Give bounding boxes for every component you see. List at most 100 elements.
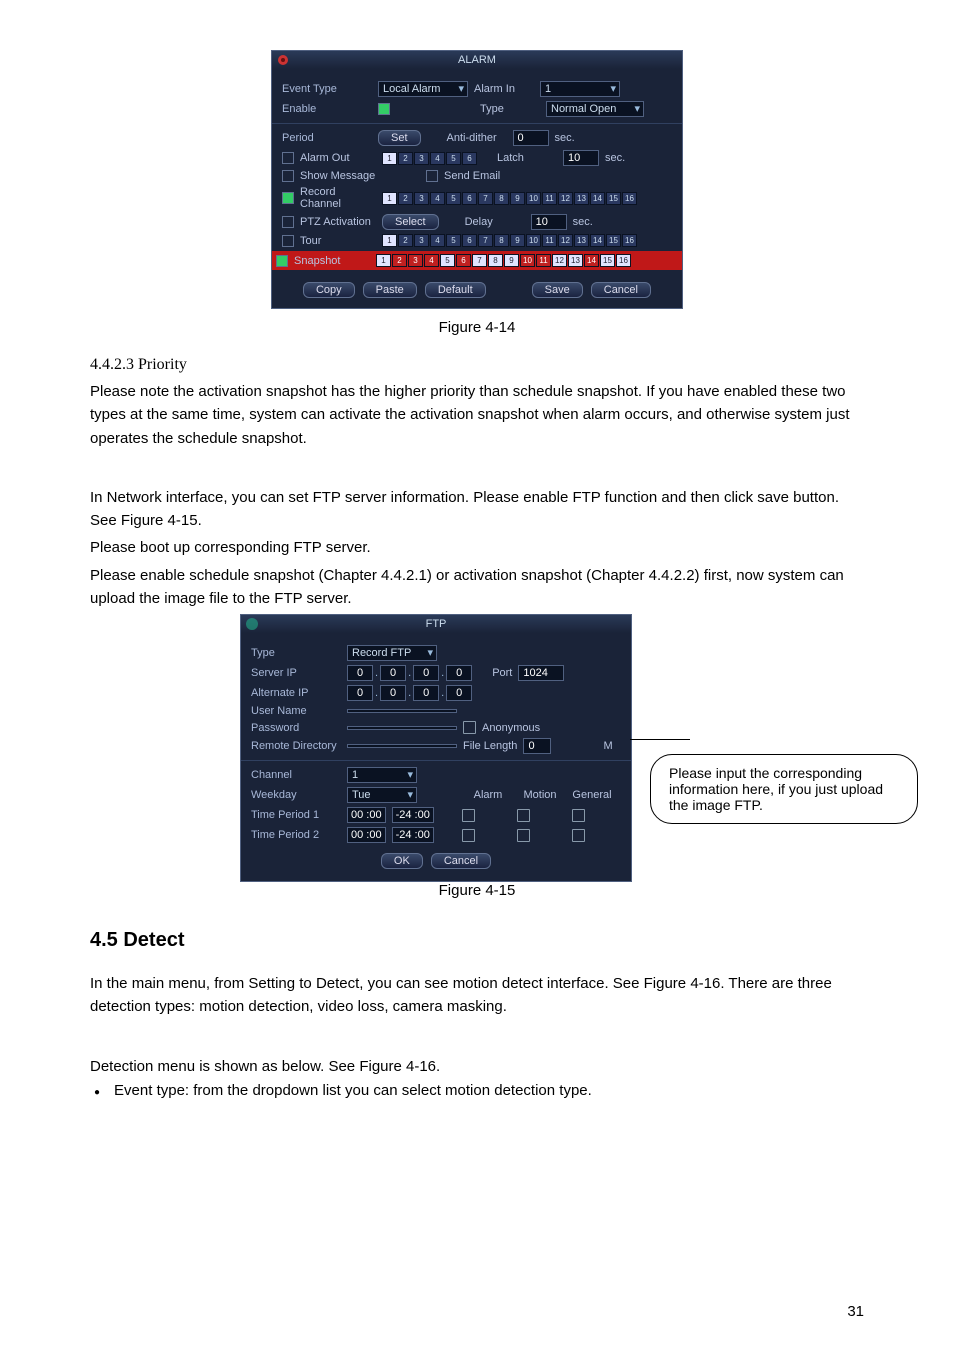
tp2-start[interactable]: 00 :00 (347, 827, 386, 843)
callout-bubble: Please input the corresponding informati… (650, 754, 918, 824)
cancel-button[interactable]: Cancel (591, 282, 651, 298)
anonymous-checkbox[interactable] (463, 721, 476, 734)
event-type-dropdown[interactable]: Local Alarm (378, 81, 468, 97)
record-channel-checkbox[interactable] (282, 192, 294, 204)
sec-unit-2: sec. (605, 152, 625, 164)
paragraph-ftp-1: In Network interface, you can set FTP se… (90, 486, 864, 533)
default-button[interactable]: Default (425, 282, 486, 298)
ptz-select-button[interactable]: Select (382, 214, 439, 230)
channel-dropdown[interactable]: 1 (347, 767, 417, 783)
enable-label: Enable (282, 103, 372, 115)
tp1-general-checkbox[interactable] (572, 809, 585, 822)
remote-dir-input[interactable] (347, 744, 457, 748)
bullet-1: ● Event type: from the dropdown list you… (94, 1082, 864, 1099)
m-unit: M (603, 740, 612, 752)
password-input[interactable] (347, 726, 457, 730)
alarm-out-channels[interactable]: 123456 (382, 152, 477, 165)
tp1-start[interactable]: 00 :00 (347, 807, 386, 823)
alarm-title: ALARM (458, 54, 496, 66)
tp2-general-checkbox[interactable] (572, 829, 585, 842)
col-motion: Motion (517, 789, 563, 801)
ftp-cancel-button[interactable]: Cancel (431, 853, 491, 869)
record-channel-label: Record Channel (300, 186, 376, 210)
port-input[interactable]: 1024 (518, 665, 564, 681)
page-number: 31 (847, 1303, 864, 1320)
time-period-2-label: Time Period 2 (251, 829, 341, 841)
callout-connector (630, 739, 690, 740)
paragraph-detect-1: In the main menu, from Setting to Detect… (90, 972, 864, 1019)
file-length-input[interactable]: 0 (523, 738, 551, 754)
ftp-dialog: FTP Type Record FTP Server IP 0.0.0.0 Po… (240, 614, 632, 882)
bullet-icon: ● (94, 1082, 100, 1099)
alarm-out-label: Alarm Out (300, 152, 376, 164)
password-label: Password (251, 722, 341, 734)
tour-channels[interactable]: 12345678910111213141516 (382, 234, 637, 247)
ptz-activation-label: PTZ Activation (300, 216, 376, 228)
anti-dither-label: Anti-dither (447, 132, 507, 144)
period-label: Period (282, 132, 372, 144)
send-email-checkbox[interactable] (426, 170, 438, 182)
copy-button[interactable]: Copy (303, 282, 355, 298)
paragraph-detect-2: Detection menu is shown as below. See Fi… (90, 1055, 864, 1078)
heading-4-5: 4.5 Detect (90, 929, 864, 952)
weekday-dropdown[interactable]: Tue (347, 787, 417, 803)
tp2-alarm-checkbox[interactable] (462, 829, 475, 842)
anti-dither-input[interactable]: 0 (513, 130, 549, 146)
snapshot-checkbox[interactable] (276, 255, 288, 267)
show-message-label: Show Message (300, 170, 420, 182)
time-period-1-label: Time Period 1 (251, 809, 341, 821)
ftp-type-dropdown[interactable]: Record FTP (347, 645, 437, 661)
alarm-title-bar: ALARM (272, 51, 682, 69)
paste-button[interactable]: Paste (363, 282, 417, 298)
alarm-dialog: ALARM Event Type Local Alarm Alarm In 1 … (271, 50, 683, 309)
alt-ip-input[interactable]: 0.0.0.0 (347, 685, 472, 701)
heading-4-4-2-3: 4.4.2.3 Priority (90, 356, 864, 374)
ftp-ok-button[interactable]: OK (381, 853, 423, 869)
tour-checkbox[interactable] (282, 235, 294, 247)
weekday-label: Weekday (251, 789, 341, 801)
tp2-motion-checkbox[interactable] (517, 829, 530, 842)
tp1-alarm-checkbox[interactable] (462, 809, 475, 822)
tour-label: Tour (300, 235, 376, 247)
col-general: General (569, 789, 615, 801)
ftp-title-bar: FTP (241, 615, 631, 633)
send-email-label: Send Email (444, 170, 500, 182)
paragraph-priority: Please note the activation snapshot has … (90, 380, 864, 450)
server-ip-label: Server IP (251, 667, 341, 679)
ptz-activation-checkbox[interactable] (282, 216, 294, 228)
sec-unit-3: sec. (573, 216, 593, 228)
file-length-label: File Length (463, 740, 517, 752)
tp1-motion-checkbox[interactable] (517, 809, 530, 822)
remote-dir-label: Remote Directory (251, 740, 341, 752)
channel-label: Channel (251, 769, 341, 781)
tp1-end[interactable]: -24 :00 (392, 807, 434, 823)
alarm-out-checkbox[interactable] (282, 152, 294, 164)
server-ip-input[interactable]: 0.0.0.0 (347, 665, 472, 681)
port-label: Port (492, 667, 512, 679)
snapshot-label: Snapshot (294, 255, 370, 267)
snapshot-channels[interactable]: 12345678910111213141516 (376, 254, 631, 267)
paragraph-ftp-2: Please boot up corresponding FTP server. (90, 536, 864, 559)
save-button[interactable]: Save (532, 282, 583, 298)
logo-icon (276, 53, 290, 67)
record-channels[interactable]: 12345678910111213141516 (382, 192, 637, 205)
alarm-in-dropdown[interactable]: 1 (540, 81, 620, 97)
callout-text: Please input the corresponding informati… (669, 765, 883, 813)
latch-input[interactable]: 10 (563, 150, 599, 166)
paragraph-ftp-3: Please enable schedule snapshot (Chapter… (90, 564, 864, 611)
alt-ip-label: Alternate IP (251, 687, 341, 699)
enable-checkbox[interactable] (378, 103, 390, 115)
figure-4-15-label: Figure 4-15 (90, 882, 864, 899)
bullet-1-text: Event type: from the dropdown list you c… (114, 1082, 592, 1099)
tp2-end[interactable]: -24 :00 (392, 827, 434, 843)
ftp-type-label: Type (251, 647, 341, 659)
user-name-label: User Name (251, 705, 341, 717)
type-dropdown[interactable]: Normal Open (546, 101, 644, 117)
user-name-input[interactable] (347, 709, 457, 713)
show-message-checkbox[interactable] (282, 170, 294, 182)
logo-icon (245, 617, 259, 631)
delay-input[interactable]: 10 (531, 214, 567, 230)
period-set-button[interactable]: Set (378, 130, 421, 146)
alarm-in-label: Alarm In (474, 83, 534, 95)
anonymous-label: Anonymous (482, 722, 540, 734)
